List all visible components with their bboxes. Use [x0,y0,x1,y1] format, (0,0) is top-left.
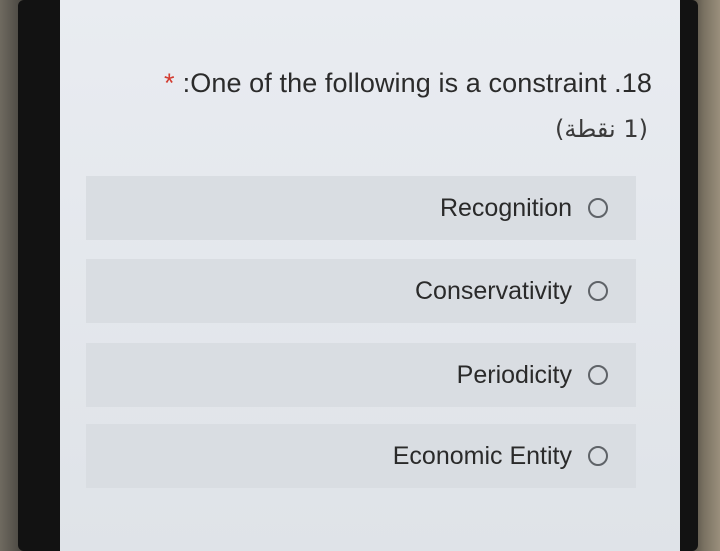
option-label: Conservativity [415,276,572,305]
required-mark: * [164,68,175,98]
option-recognition[interactable]: Recognition [86,176,636,240]
phone-frame: *:One of the following is a constraint .… [18,0,698,551]
radio-button-icon[interactable] [588,365,608,385]
question-points: (1 نقطة) [554,115,648,143]
option-periodicity[interactable]: Periodicity [86,343,636,407]
option-label: Economic Entity [392,441,572,470]
option-conservativity[interactable]: Conservativity [86,259,636,323]
question-title: *:One of the following is a constraint .… [164,68,652,99]
form-screen: *:One of the following is a constraint .… [60,0,680,551]
question-text: :One of the following is a constraint .1… [182,68,652,98]
option-label: Recognition [439,193,572,222]
option-label: Periodicity [456,360,572,389]
radio-button-icon[interactable] [588,198,608,218]
option-economic-entity[interactable]: Economic Entity [86,424,636,488]
radio-button-icon[interactable] [588,281,608,301]
radio-button-icon[interactable] [588,446,608,466]
